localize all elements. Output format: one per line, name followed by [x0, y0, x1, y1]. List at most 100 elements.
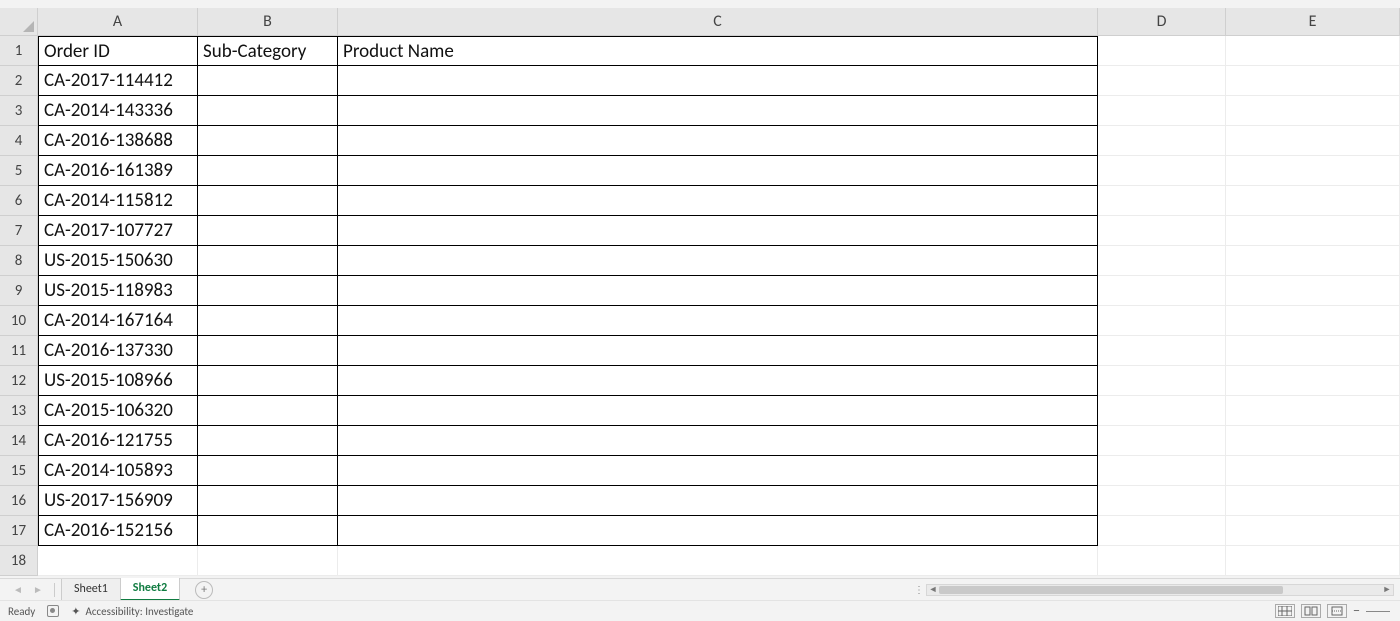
row-header-3[interactable]: 3	[0, 96, 38, 126]
cell-A16[interactable]: US-2017-156909	[38, 486, 198, 516]
cell-D17[interactable]	[1098, 516, 1226, 546]
cell-D13[interactable]	[1098, 396, 1226, 426]
cell-E1[interactable]	[1226, 36, 1400, 66]
cell-B4[interactable]	[198, 126, 338, 156]
cell-C13[interactable]	[338, 396, 1098, 426]
cell-B12[interactable]	[198, 366, 338, 396]
cell-A10[interactable]: CA-2014-167164	[38, 306, 198, 336]
cell-B9[interactable]	[198, 276, 338, 306]
cell-E9[interactable]	[1226, 276, 1400, 306]
cell-B11[interactable]	[198, 336, 338, 366]
cell-A13[interactable]: CA-2015-106320	[38, 396, 198, 426]
column-header-C[interactable]: C	[338, 8, 1098, 35]
column-header-A[interactable]: A	[38, 8, 198, 35]
cell-C11[interactable]	[338, 336, 1098, 366]
column-header-E[interactable]: E	[1226, 8, 1400, 35]
cell-C9[interactable]	[338, 276, 1098, 306]
cell-A15[interactable]: CA-2014-105893	[38, 456, 198, 486]
cell-A11[interactable]: CA-2016-137330	[38, 336, 198, 366]
zoom-slider[interactable]	[1366, 611, 1390, 612]
cell-E10[interactable]	[1226, 306, 1400, 336]
cell-E18[interactable]	[1226, 546, 1400, 576]
cell-D4[interactable]	[1098, 126, 1226, 156]
cell-B6[interactable]	[198, 186, 338, 216]
cell-B5[interactable]	[198, 156, 338, 186]
cell-C16[interactable]	[338, 486, 1098, 516]
cell-E6[interactable]	[1226, 186, 1400, 216]
page-layout-view-button[interactable]	[1301, 604, 1321, 618]
cell-B3[interactable]	[198, 96, 338, 126]
cell-A8[interactable]: US-2015-150630	[38, 246, 198, 276]
sheet-tab-sheet2[interactable]: Sheet2	[120, 578, 180, 601]
row-header-6[interactable]: 6	[0, 186, 38, 216]
select-all-corner[interactable]	[0, 8, 38, 35]
cell-A14[interactable]: CA-2016-121755	[38, 426, 198, 456]
cell-C14[interactable]	[338, 426, 1098, 456]
cell-D2[interactable]	[1098, 66, 1226, 96]
cell-D8[interactable]	[1098, 246, 1226, 276]
row-header-11[interactable]: 11	[0, 336, 38, 366]
cell-D12[interactable]	[1098, 366, 1226, 396]
cell-E11[interactable]	[1226, 336, 1400, 366]
row-header-15[interactable]: 15	[0, 456, 38, 486]
column-header-B[interactable]: B	[198, 8, 338, 35]
cell-C10[interactable]	[338, 306, 1098, 336]
row-header-7[interactable]: 7	[0, 216, 38, 246]
row-header-5[interactable]: 5	[0, 156, 38, 186]
cell-C1[interactable]: Product Name	[338, 36, 1098, 66]
cell-E15[interactable]	[1226, 456, 1400, 486]
cell-A12[interactable]: US-2015-108966	[38, 366, 198, 396]
accessibility-status[interactable]: ✦ Accessibility: Investigate	[71, 605, 193, 618]
row-header-13[interactable]: 13	[0, 396, 38, 426]
cell-D11[interactable]	[1098, 336, 1226, 366]
cell-C8[interactable]	[338, 246, 1098, 276]
cell-D7[interactable]	[1098, 216, 1226, 246]
cell-E8[interactable]	[1226, 246, 1400, 276]
cell-A17[interactable]: CA-2016-152156	[38, 516, 198, 546]
cell-D5[interactable]	[1098, 156, 1226, 186]
row-header-18[interactable]: 18	[0, 546, 38, 576]
cell-D6[interactable]	[1098, 186, 1226, 216]
cell-B8[interactable]	[198, 246, 338, 276]
cell-E16[interactable]	[1226, 486, 1400, 516]
cell-E4[interactable]	[1226, 126, 1400, 156]
cell-E2[interactable]	[1226, 66, 1400, 96]
tab-scroll-right-icon[interactable]: ►	[31, 583, 45, 597]
tab-split-handle-icon[interactable]: ⋮	[914, 585, 920, 595]
row-header-2[interactable]: 2	[0, 66, 38, 96]
cell-B1[interactable]: Sub-Category	[198, 36, 338, 66]
page-break-view-button[interactable]	[1327, 604, 1347, 618]
cell-B13[interactable]	[198, 396, 338, 426]
row-header-4[interactable]: 4	[0, 126, 38, 156]
cell-B16[interactable]	[198, 486, 338, 516]
cell-C3[interactable]	[338, 96, 1098, 126]
normal-view-button[interactable]	[1275, 604, 1295, 618]
cell-A6[interactable]: CA-2014-115812	[38, 186, 198, 216]
cell-B18[interactable]	[198, 546, 338, 576]
cell-C7[interactable]	[338, 216, 1098, 246]
cell-B14[interactable]	[198, 426, 338, 456]
scrollbar-thumb[interactable]	[939, 586, 1283, 594]
cell-A2[interactable]: CA-2017-114412	[38, 66, 198, 96]
cell-C2[interactable]	[338, 66, 1098, 96]
cell-D14[interactable]	[1098, 426, 1226, 456]
row-header-14[interactable]: 14	[0, 426, 38, 456]
cell-B2[interactable]	[198, 66, 338, 96]
row-header-16[interactable]: 16	[0, 486, 38, 516]
horizontal-scrollbar[interactable]: ⋮ ◄ ►	[914, 579, 1394, 600]
sheet-tab-sheet1[interactable]: Sheet1	[61, 579, 121, 601]
cell-C6[interactable]	[338, 186, 1098, 216]
cell-E3[interactable]	[1226, 96, 1400, 126]
cell-E13[interactable]	[1226, 396, 1400, 426]
cell-A1[interactable]: Order ID	[38, 36, 198, 66]
cell-E14[interactable]	[1226, 426, 1400, 456]
row-header-8[interactable]: 8	[0, 246, 38, 276]
column-header-D[interactable]: D	[1098, 8, 1226, 35]
cell-D16[interactable]	[1098, 486, 1226, 516]
cell-D9[interactable]	[1098, 276, 1226, 306]
row-header-10[interactable]: 10	[0, 306, 38, 336]
cell-C5[interactable]	[338, 156, 1098, 186]
scroll-left-arrow-icon[interactable]: ◄	[927, 584, 939, 596]
zoom-out-button[interactable]: −	[1353, 605, 1360, 617]
cell-D10[interactable]	[1098, 306, 1226, 336]
